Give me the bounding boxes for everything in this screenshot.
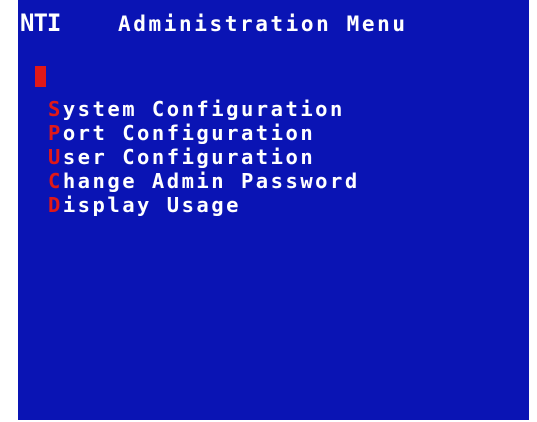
menu-item-label: ystem Configuration <box>62 97 345 121</box>
menu-item-label: hange Admin Password <box>62 169 360 193</box>
hotkey-letter: P <box>48 121 63 145</box>
menu-item-user-configuration[interactable]: User Configuration <box>48 145 360 169</box>
menu-item-port-configuration[interactable]: Port Configuration <box>48 121 360 145</box>
menu-item-label: ser Configuration <box>62 145 316 169</box>
hotkey-letter: D <box>48 193 63 217</box>
menu-item-change-admin-password[interactable]: Change Admin Password <box>48 169 360 193</box>
hotkey-letter: S <box>48 97 63 121</box>
menu-item-system-configuration[interactable]: System Configuration <box>48 97 360 121</box>
hotkey-letter: C <box>48 169 63 193</box>
menu-item-label: ort Configuration <box>62 121 316 145</box>
menu-item-label: isplay Usage <box>62 193 241 217</box>
hotkey-letter: U <box>48 145 63 169</box>
page-title: Administration Menu <box>118 12 408 36</box>
admin-screen: NTI Administration Menu System Configura… <box>18 0 529 420</box>
text-cursor <box>35 66 46 87</box>
menu-item-display-usage[interactable]: Display Usage <box>48 193 360 217</box>
admin-menu: System Configuration Port Configuration … <box>48 97 360 217</box>
nti-logo: NTI <box>20 9 61 37</box>
